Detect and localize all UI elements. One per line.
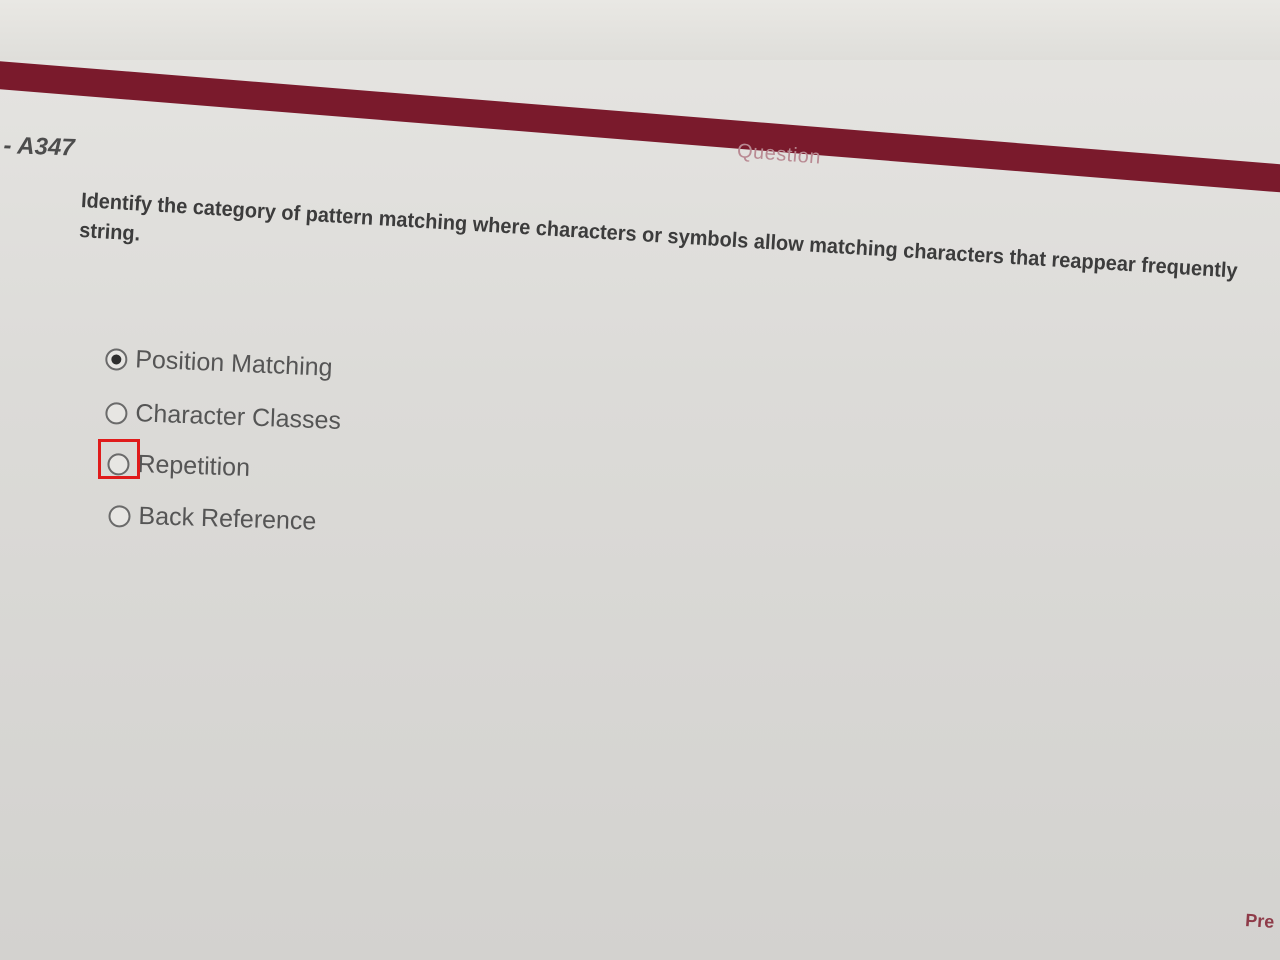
radio-position-matching[interactable] (104, 347, 128, 371)
radio-character-classes[interactable] (105, 401, 128, 425)
option-label: Repetition (137, 450, 251, 482)
header-bar (0, 58, 1280, 199)
question-code: - A347 (3, 132, 76, 162)
question-text: Identify the category of pattern matchin… (78, 186, 1248, 317)
option-repetition[interactable]: Repetition (107, 449, 251, 483)
option-label: Back Reference (138, 501, 317, 536)
quiz-page: Question - A347 Identify the category of… (0, 0, 1280, 960)
option-label: Character Classes (134, 399, 342, 436)
option-position-matching[interactable]: Position Matching (104, 344, 334, 383)
option-character-classes[interactable]: Character Classes (105, 398, 342, 436)
radio-repetition[interactable] (107, 452, 130, 476)
top-strip (0, 0, 1280, 60)
radio-back-reference[interactable] (108, 504, 131, 528)
option-label: Position Matching (134, 345, 334, 382)
previous-button[interactable]: Pre (1245, 910, 1275, 933)
option-back-reference[interactable]: Back Reference (108, 501, 317, 537)
